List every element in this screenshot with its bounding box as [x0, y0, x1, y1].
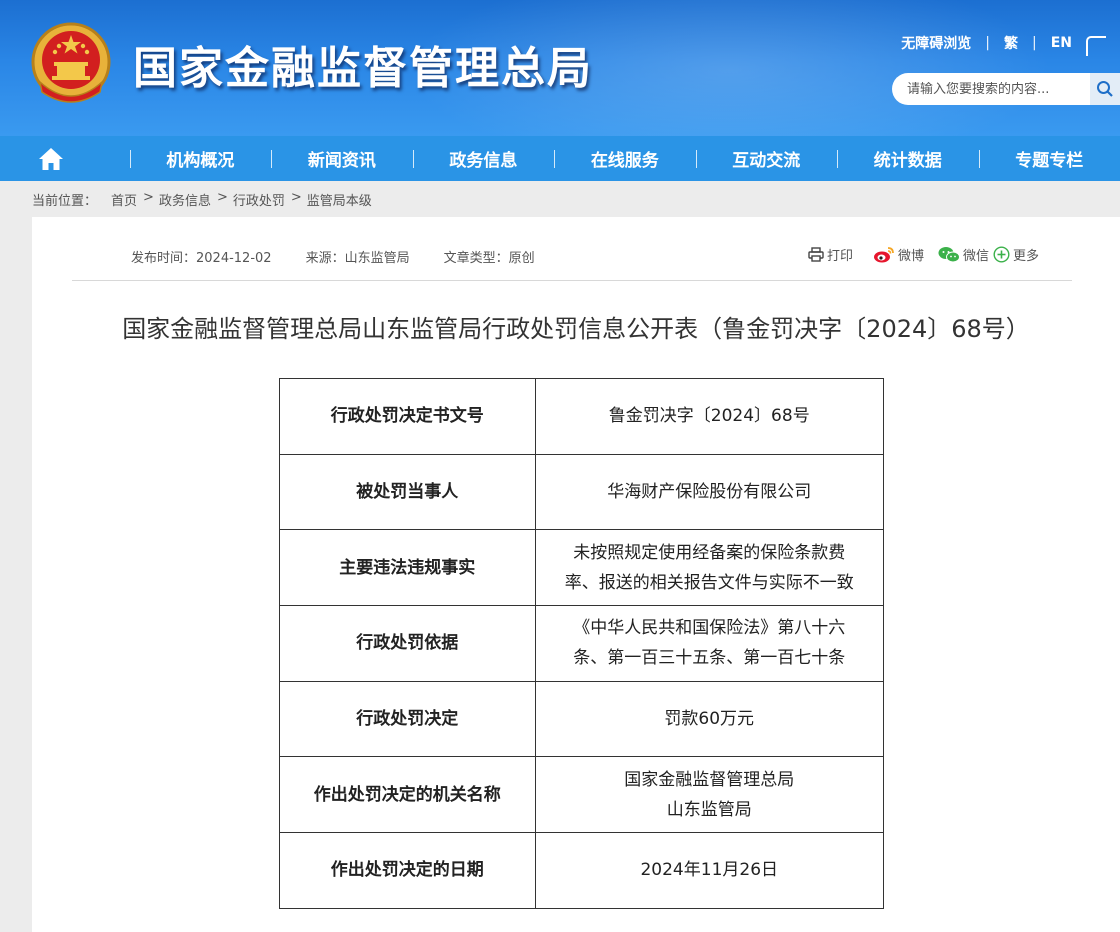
row-value-line: 率、报送的相关报告文件与实际不一致: [564, 572, 854, 593]
corner-decoration: [1086, 36, 1106, 56]
nav-item-institution[interactable]: 机构概况: [129, 136, 271, 181]
search-box: [892, 73, 1120, 105]
table-row: 被处罚当事人 华海财产保险股份有限公司: [279, 453, 884, 531]
link-separator: |: [1032, 35, 1037, 51]
row-value: 鲁金罚决字〔2024〕68号: [534, 378, 884, 455]
row-value-line: 山东监管局: [666, 799, 752, 820]
row-value: 未按照规定使用经备案的保险条款费 率、报送的相关报告文件与实际不一致: [534, 529, 884, 607]
top-links: 无障碍浏览 | 繁 | EN: [901, 30, 1106, 56]
breadcrumb-home[interactable]: 首页: [111, 190, 137, 209]
search-button[interactable]: [1090, 73, 1120, 105]
print-icon: [808, 247, 824, 262]
publish-time: 发布时间：2024-12-02: [131, 251, 272, 266]
breadcrumb-government-info[interactable]: 政务信息: [159, 190, 211, 209]
weibo-label: 微博: [898, 249, 925, 264]
row-value-line: 条、第一百三十五条、第一百七十条: [573, 648, 846, 669]
table-row: 行政处罚决定书文号 鲁金罚决字〔2024〕68号: [279, 378, 884, 455]
more-share[interactable]: 更多: [993, 245, 1039, 264]
article-title: 国家金融监督管理总局山东监管局行政处罚信息公开表（鲁金罚决字〔2024〕68号）: [122, 315, 1030, 343]
wechat-share[interactable]: 微信: [938, 245, 989, 264]
breadcrumb-label: 当前位置：: [32, 194, 98, 209]
row-value-line: 《中华人民共和国保险法》第八十六: [573, 618, 846, 639]
article-panel: 发布时间：2024-12-02 来源：山东监管局 文章类型：原创 打印 微博 微…: [32, 217, 1120, 932]
print-button[interactable]: 打印: [808, 245, 853, 264]
nav-item-news[interactable]: 新闻资讯: [271, 136, 412, 181]
site-title[interactable]: 国家金融监督管理总局: [133, 32, 593, 96]
row-label: 作出处罚决定的机关名称: [279, 756, 536, 834]
nav-item-government-info[interactable]: 政务信息: [412, 136, 554, 181]
main-nav: 机构概况 新闻资讯 政务信息 在线服务 互动交流 统计数据 专题专栏: [0, 136, 1120, 181]
accessibility-link[interactable]: 无障碍浏览: [901, 33, 971, 53]
row-label: 作出处罚决定的日期: [279, 832, 536, 909]
wechat-label: 微信: [963, 249, 990, 264]
row-value-line: 鲁金罚决字〔2024〕68号: [608, 406, 810, 427]
row-value-line: 华海财产保险股份有限公司: [607, 482, 812, 503]
search-icon: [1097, 81, 1113, 97]
row-value-line: 国家金融监督管理总局: [624, 769, 795, 790]
site-header: 国家金融监督管理总局 无障碍浏览 | 繁 | EN: [0, 0, 1120, 136]
row-value-line: 未按照规定使用经备案的保险条款费: [573, 542, 846, 563]
wechat-icon: [938, 247, 961, 263]
row-value: 华海财产保险股份有限公司: [534, 453, 884, 531]
more-label: 更多: [1013, 249, 1040, 264]
search-input[interactable]: [892, 81, 1082, 97]
traditional-chinese-link[interactable]: 繁: [1004, 33, 1018, 53]
penalty-info-table: 行政处罚决定书文号 鲁金罚决字〔2024〕68号被处罚当事人 华海财产保险股份有限公…: [279, 378, 884, 909]
breadcrumb-local-bureau[interactable]: 监管局本级: [307, 190, 372, 209]
row-label: 行政处罚决定: [279, 680, 536, 758]
row-value-line: 2024年11月26日: [640, 860, 779, 881]
article-type: 文章类型：原创: [443, 251, 535, 266]
row-label: 行政处罚决定书文号: [279, 378, 536, 455]
row-value: 《中华人民共和国保险法》第八十六 条、第一百三十五条、第一百七十条: [534, 605, 884, 682]
nav-home[interactable]: [0, 136, 130, 181]
breadcrumb: 当前位置： 首页 > 政务信息 > 行政处罚 > 监管局本级: [32, 190, 376, 209]
link-separator: |: [985, 35, 990, 51]
more-icon: [993, 246, 1010, 263]
row-value-line: 罚款60万元: [664, 709, 755, 730]
table-row: 作出处罚决定的日期 2024年11月26日: [279, 832, 884, 909]
breadcrumb-arrow: >: [216, 190, 228, 205]
weibo-share[interactable]: 微博: [873, 245, 924, 264]
nav-item-online-service[interactable]: 在线服务: [554, 136, 695, 181]
table-row: 行政处罚决定 罚款60万元: [279, 680, 884, 758]
row-label: 被处罚当事人: [279, 453, 536, 531]
table-row: 作出处罚决定的机关名称 国家金融监督管理总局 山东监管局: [279, 756, 884, 834]
row-value: 国家金融监督管理总局 山东监管局: [534, 756, 884, 834]
row-value: 罚款60万元: [534, 680, 884, 758]
nav-item-statistics[interactable]: 统计数据: [837, 136, 978, 181]
row-value: 2024年11月26日: [534, 832, 884, 909]
share-bar: 打印 微博 微信 更多: [808, 245, 1049, 264]
breadcrumb-arrow: >: [143, 190, 154, 205]
english-link[interactable]: EN: [1051, 35, 1072, 51]
home-icon: [38, 147, 63, 170]
row-label: 主要违法违规事实: [279, 529, 536, 607]
print-label: 打印: [827, 249, 854, 264]
row-label: 行政处罚依据: [279, 605, 536, 682]
meta-divider: [72, 280, 1072, 281]
table-row: 主要违法违规事实 未按照规定使用经备案的保险条款费 率、报送的相关报告文件与实际不一…: [279, 529, 884, 607]
breadcrumb-arrow: >: [290, 190, 302, 205]
nav-item-interaction[interactable]: 互动交流: [695, 136, 837, 181]
breadcrumb-penalty[interactable]: 行政处罚: [233, 190, 285, 209]
weibo-icon: [874, 247, 894, 263]
nav-item-special-topics[interactable]: 专题专栏: [978, 136, 1120, 181]
national-emblem-icon: [31, 22, 111, 103]
article-meta: 发布时间：2024-12-02 来源：山东监管局 文章类型：原创: [131, 247, 569, 266]
article-source: 来源：山东监管局: [305, 251, 410, 266]
table-row: 行政处罚依据 《中华人民共和国保险法》第八十六 条、第一百三十五条、第一百七十条: [279, 605, 884, 682]
